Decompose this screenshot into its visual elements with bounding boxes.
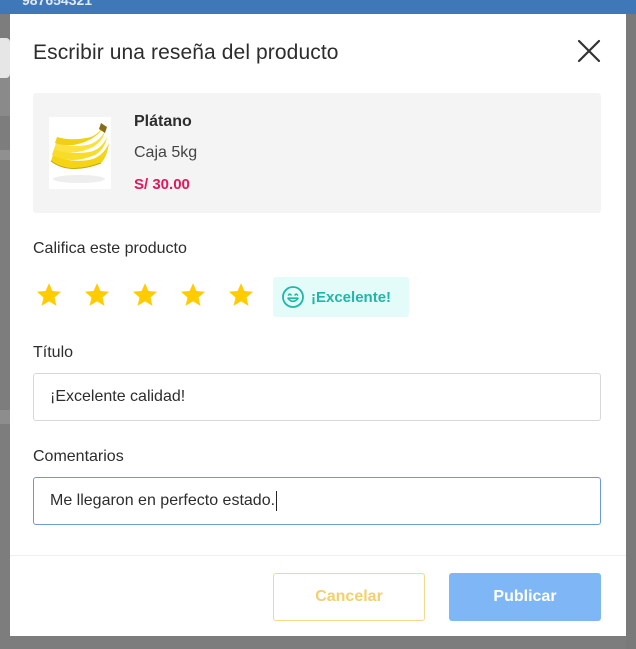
publish-button[interactable]: Publicar — [449, 573, 601, 621]
rating-badge: ¡Excelente! — [273, 277, 409, 317]
comments-textarea-value: Me llegaron en perfecto estado. — [50, 492, 276, 509]
star-icon[interactable] — [131, 281, 159, 309]
review-modal: Escribir una reseña del producto Plátano… — [10, 14, 626, 636]
product-name: Plátano — [134, 113, 192, 130]
title-label: Título — [33, 344, 74, 361]
happy-face-icon — [281, 285, 305, 309]
background-topbar: 987654321 — [0, 0, 636, 14]
star-icon[interactable] — [35, 281, 63, 309]
product-variant: Caja 5kg — [134, 144, 198, 161]
comments-label: Comentarios — [33, 448, 124, 465]
title-input-value: ¡Excelente calidad! — [50, 388, 186, 405]
product-card: Plátano Caja 5kg S/ 30.00 — [33, 93, 601, 213]
rating-badge-text: ¡Excelente! — [311, 288, 392, 306]
background-phone-text: 987654321 — [22, 0, 93, 8]
text-caret — [276, 491, 278, 511]
product-price: S/ 30.00 — [134, 176, 190, 193]
banana-image — [49, 117, 111, 189]
cancel-button[interactable]: Cancelar — [273, 573, 425, 621]
comments-textarea[interactable]: Me llegaron en perfecto estado. — [33, 477, 601, 525]
rating-label: Califica este producto — [33, 240, 187, 257]
star-icon[interactable] — [227, 281, 255, 309]
close-icon[interactable] — [576, 38, 602, 64]
title-input[interactable]: ¡Excelente calidad! — [33, 373, 601, 421]
footer-divider — [10, 555, 626, 556]
background-strip — [626, 14, 636, 649]
background-input-edge — [0, 38, 10, 78]
modal-title: Escribir una reseña del producto — [33, 41, 339, 64]
star-icon[interactable] — [179, 281, 207, 309]
star-icon[interactable] — [83, 281, 111, 309]
